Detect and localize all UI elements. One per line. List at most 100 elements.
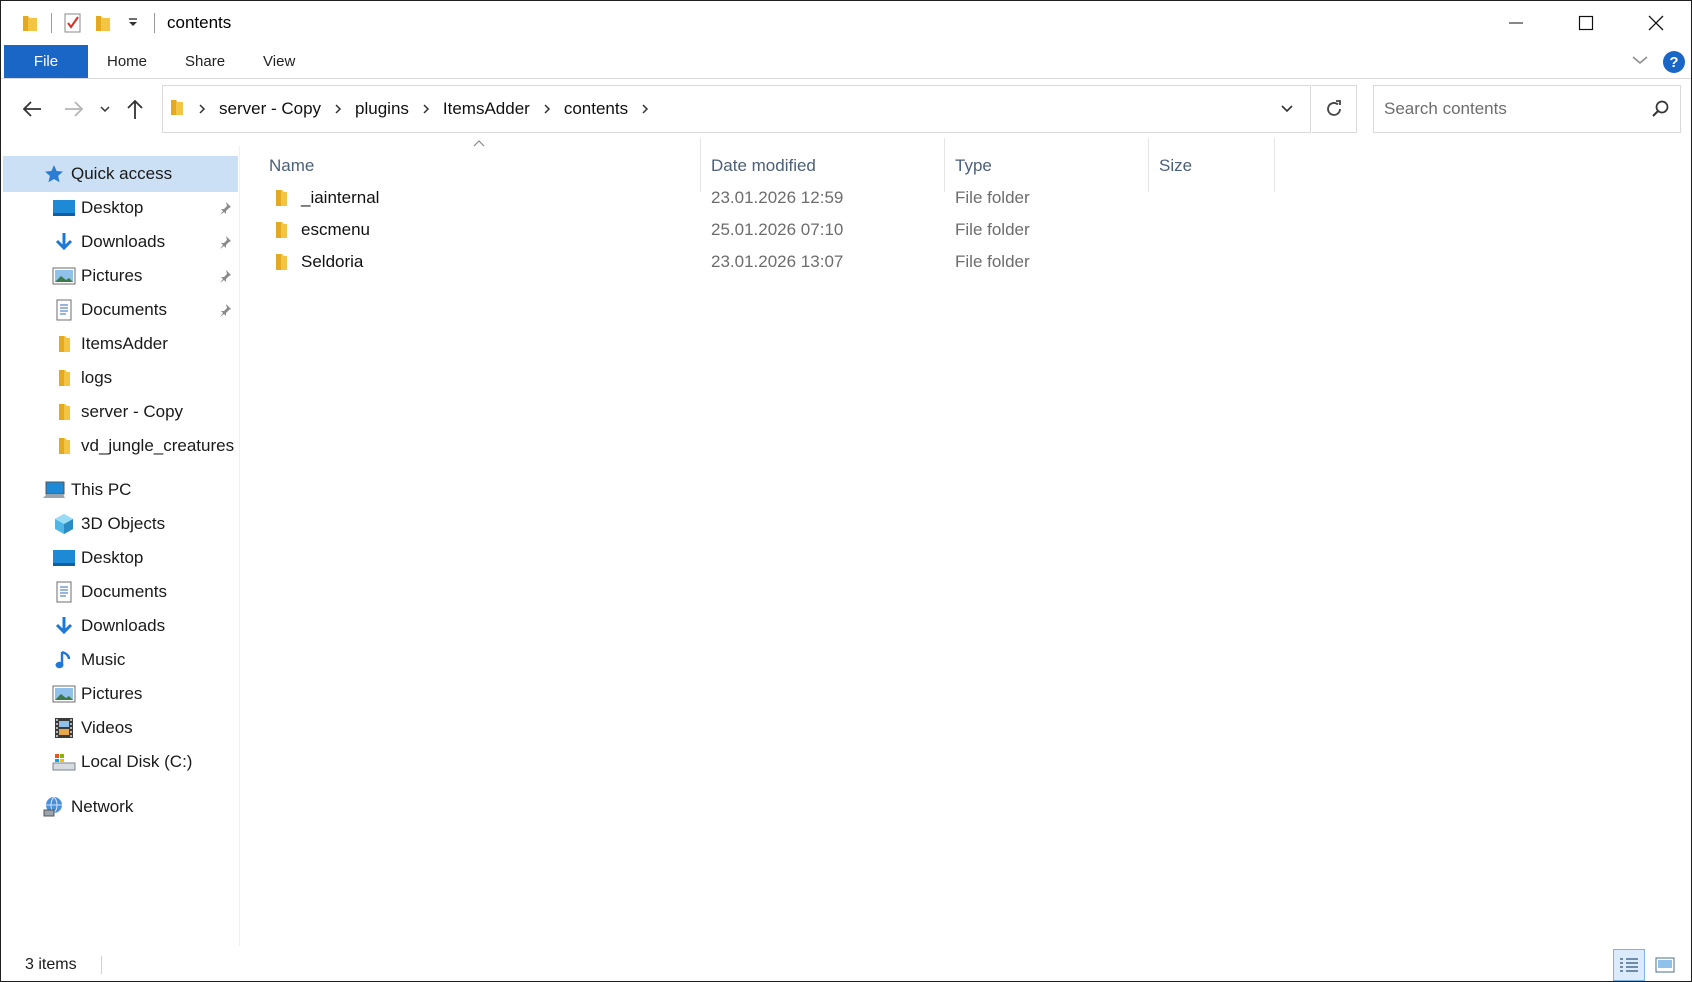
search-icon[interactable] xyxy=(1650,99,1670,124)
new-folder-icon[interactable] xyxy=(88,8,118,38)
cube-icon xyxy=(51,512,77,536)
sidebar-item-label: logs xyxy=(81,368,113,387)
close-icon[interactable] xyxy=(1621,1,1691,45)
sidebar-item-itemsadder[interactable]: ItemsAdder xyxy=(3,326,238,362)
tab-home[interactable]: Home xyxy=(88,45,166,78)
sidebar-item-local-disk[interactable]: Local Disk (C:) xyxy=(3,744,238,780)
table-row[interactable]: escmenu 25.01.2026 07:10 File folder xyxy=(251,214,1261,246)
breadcrumb: server - Copy plugins ItemsAdder content… xyxy=(163,86,1264,132)
file-date: 25.01.2026 07:10 xyxy=(711,220,844,239)
address-bar[interactable]: server - Copy plugins ItemsAdder content… xyxy=(162,85,1311,133)
sidebar-item-vd-jungle-creatures[interactable]: vd_jungle_creatures xyxy=(3,428,238,464)
desktop-icon xyxy=(51,196,77,220)
toolbar-divider xyxy=(51,13,52,33)
recent-locations-icon[interactable] xyxy=(95,87,115,131)
pin-icon[interactable] xyxy=(218,302,232,322)
chevron-right-icon[interactable] xyxy=(191,103,213,115)
sidebar-item-label: Network xyxy=(71,797,134,816)
sidebar-item-desktop[interactable]: Desktop xyxy=(3,190,238,226)
explorer-window: contents File Home Share View ? server -… xyxy=(0,0,1692,982)
file-name: Seldoria xyxy=(301,252,364,271)
large-icons-view-icon[interactable] xyxy=(1649,949,1681,981)
search-input[interactable] xyxy=(1384,99,1634,119)
file-name: escmenu xyxy=(301,220,370,239)
file-type: File folder xyxy=(955,252,1030,271)
tab-share[interactable]: Share xyxy=(166,45,244,78)
refresh-icon[interactable] xyxy=(1312,85,1357,133)
quick-access-toolbar xyxy=(1,1,161,45)
table-row[interactable]: Seldoria 23.01.2026 13:07 File folder xyxy=(251,246,1261,278)
file-name: _iainternal xyxy=(301,188,380,207)
status-divider xyxy=(100,956,102,974)
chevron-right-icon[interactable] xyxy=(536,103,558,115)
up-icon[interactable] xyxy=(115,87,155,131)
breadcrumb-server-copy[interactable]: server - Copy xyxy=(213,99,327,119)
forward-icon[interactable] xyxy=(53,87,95,131)
chevron-right-icon[interactable] xyxy=(327,103,349,115)
chevron-right-icon[interactable] xyxy=(415,103,437,115)
star-icon xyxy=(41,162,67,186)
maximize-icon[interactable] xyxy=(1551,1,1621,45)
sidebar-item-downloads[interactable]: Downloads xyxy=(3,224,238,260)
ribbon-tabs: File Home Share View ? xyxy=(1,45,1691,79)
download-icon xyxy=(51,614,77,638)
sidebar-item-label: Downloads xyxy=(81,232,166,251)
sidebar-item-label: Music xyxy=(81,650,126,669)
network-icon xyxy=(41,795,67,819)
pin-icon[interactable] xyxy=(218,234,232,254)
chevron-right-icon[interactable] xyxy=(634,103,656,115)
sidebar-item-label: Desktop xyxy=(81,198,144,217)
toolbar-divider xyxy=(154,13,155,33)
sidebar-item-label: ItemsAdder xyxy=(81,334,168,353)
breadcrumb-itemsadder[interactable]: ItemsAdder xyxy=(437,99,536,119)
status-bar: 3 items xyxy=(1,947,1691,981)
expand-ribbon-icon[interactable] xyxy=(1631,53,1649,71)
sidebar-item-pc-pictures[interactable]: Pictures xyxy=(3,676,238,712)
drive-icon xyxy=(51,750,77,774)
pin-icon[interactable] xyxy=(218,268,232,288)
sidebar-item-pc-documents[interactable]: Documents xyxy=(3,574,238,610)
breadcrumb-contents[interactable]: contents xyxy=(558,99,634,119)
details-view-icon[interactable] xyxy=(1613,949,1645,981)
sidebar-item-server-copy[interactable]: server - Copy xyxy=(3,394,238,430)
folder-icon xyxy=(15,8,45,38)
help-icon[interactable]: ? xyxy=(1663,51,1685,73)
desktop-icon xyxy=(51,546,77,570)
sidebar-item-this-pc[interactable]: This PC xyxy=(3,472,238,508)
table-row[interactable]: _iainternal 23.01.2026 12:59 File folder xyxy=(251,182,1261,214)
tab-file[interactable]: File xyxy=(4,45,88,78)
folder-icon xyxy=(273,220,289,245)
folder-icon xyxy=(51,366,77,390)
sidebar-item-label: This PC xyxy=(71,480,132,499)
sidebar-item-network[interactable]: Network xyxy=(3,789,238,825)
sidebar-item-documents[interactable]: Documents xyxy=(3,292,238,328)
sidebar-item-pc-downloads[interactable]: Downloads xyxy=(3,608,238,644)
sidebar-item-pc-desktop[interactable]: Desktop xyxy=(3,540,238,576)
computer-icon xyxy=(41,478,67,502)
sidebar-item-quick-access[interactable]: Quick access xyxy=(3,156,238,192)
folder-icon xyxy=(51,332,77,356)
sidebar-item-label: Pictures xyxy=(81,266,143,285)
folder-icon xyxy=(273,188,289,213)
sidebar-item-3d-objects[interactable]: 3D Objects xyxy=(3,506,238,542)
ribbon-right-controls: ? xyxy=(1631,45,1685,79)
folder-icon xyxy=(169,97,185,122)
customize-toolbar-icon[interactable] xyxy=(118,8,148,38)
sidebar-item-logs[interactable]: logs xyxy=(3,360,238,396)
minimize-icon[interactable] xyxy=(1481,1,1551,45)
address-history-icon[interactable] xyxy=(1264,86,1310,132)
column-divider[interactable] xyxy=(1274,138,1275,192)
sidebar-item-pictures[interactable]: Pictures xyxy=(3,258,238,294)
music-icon xyxy=(51,648,77,672)
breadcrumb-plugins[interactable]: plugins xyxy=(349,99,415,119)
back-icon[interactable] xyxy=(11,87,53,131)
sidebar-item-music[interactable]: Music xyxy=(3,642,238,678)
title-bar: contents xyxy=(1,1,1691,45)
item-count: 3 items xyxy=(25,956,77,973)
navigation-bar: server - Copy plugins ItemsAdder content… xyxy=(1,84,1691,134)
pictures-icon xyxy=(51,264,77,288)
properties-icon[interactable] xyxy=(58,8,88,38)
sidebar-item-videos[interactable]: Videos xyxy=(3,710,238,746)
tab-view[interactable]: View xyxy=(244,45,314,78)
pin-icon[interactable] xyxy=(218,200,232,220)
